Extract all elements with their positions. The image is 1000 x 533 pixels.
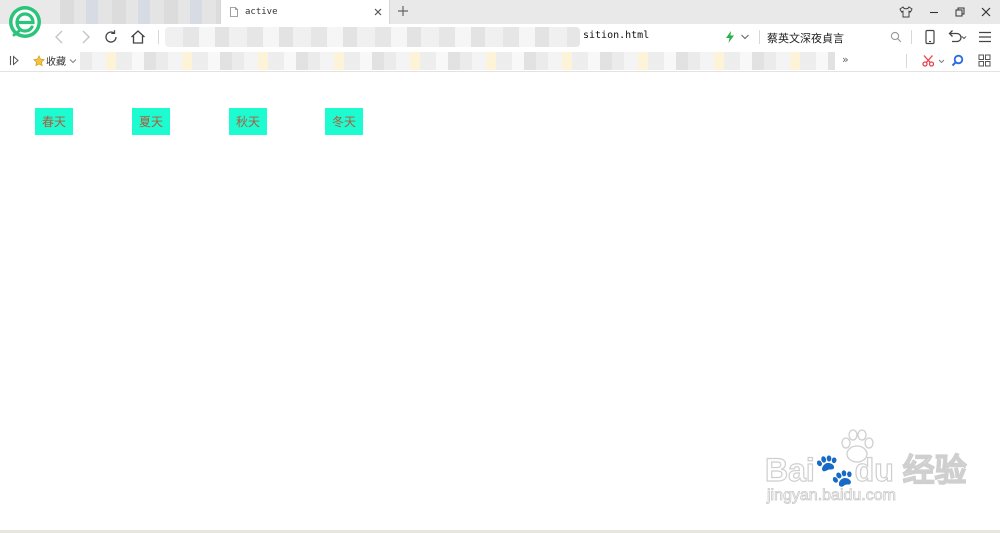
navigation-toolbar: sition.html 蔡英文深夜貞言 bbox=[0, 24, 1000, 50]
search-input[interactable]: 蔡英文深夜貞言 bbox=[767, 28, 907, 46]
baidu-jingyan-watermark: Bai🐾du 经验 jingyan.baidu.com bbox=[764, 427, 995, 517]
browser-logo-icon[interactable] bbox=[8, 5, 42, 39]
menu-icon[interactable] bbox=[976, 28, 994, 46]
favorites-label: 收藏 bbox=[46, 57, 66, 68]
chevron-down-icon[interactable] bbox=[938, 54, 945, 67]
tab-active[interactable]: active bbox=[220, 0, 390, 24]
sidebar-toggle-icon[interactable] bbox=[9, 55, 20, 66]
bookmarks-bar: 收藏 » bbox=[0, 50, 1000, 72]
mobile-icon[interactable] bbox=[921, 28, 939, 46]
reload-icon[interactable] bbox=[102, 28, 120, 46]
season-box-spring[interactable]: 春天 bbox=[35, 108, 73, 135]
browser-window: active sition.html 蔡英文深夜貞言 收藏 » 春天 夏天 秋天… bbox=[0, 0, 1000, 533]
address-url[interactable]: sition.html bbox=[583, 30, 649, 41]
minimize-icon[interactable] bbox=[927, 5, 941, 19]
season-box-autumn[interactable]: 秋天 bbox=[229, 108, 267, 135]
home-icon[interactable] bbox=[129, 28, 147, 46]
undo-icon[interactable] bbox=[946, 28, 968, 46]
close-icon[interactable] bbox=[372, 6, 384, 18]
search-icon[interactable] bbox=[890, 31, 902, 43]
bolt-icon[interactable] bbox=[725, 31, 735, 43]
search-query[interactable]: 蔡英文深夜貞言 bbox=[767, 30, 844, 46]
star-icon bbox=[33, 54, 45, 66]
page-icon bbox=[230, 7, 238, 17]
bookmarks-more-button[interactable]: » bbox=[842, 53, 849, 66]
watermark-url: jingyan.baidu.com bbox=[767, 487, 897, 505]
toolbar-separator bbox=[911, 30, 912, 44]
forward-icon[interactable] bbox=[76, 28, 94, 46]
season-box-summer[interactable]: 夏天 bbox=[132, 108, 170, 135]
bookmarks-separator bbox=[906, 54, 907, 68]
toolbar-separator bbox=[158, 30, 159, 44]
season-box-winter[interactable]: 冬天 bbox=[325, 108, 363, 135]
magnifier-icon[interactable] bbox=[951, 54, 964, 67]
tab-title: active bbox=[245, 7, 278, 17]
close-window-icon[interactable] bbox=[979, 5, 993, 19]
tab-strip: active bbox=[0, 0, 1000, 24]
scissors-icon[interactable] bbox=[922, 54, 935, 67]
chevron-down-icon[interactable] bbox=[740, 32, 750, 42]
address-blurred bbox=[165, 27, 580, 47]
chevron-down-icon bbox=[69, 58, 77, 63]
favorites-button[interactable]: 收藏 bbox=[33, 53, 77, 68]
address-bar[interactable]: sition.html bbox=[165, 26, 755, 48]
back-icon[interactable] bbox=[51, 28, 69, 46]
tshirt-icon[interactable] bbox=[899, 5, 913, 19]
bookmarks-blurred bbox=[80, 52, 835, 70]
toolbar-separator bbox=[759, 30, 760, 44]
watermark-brand: Bai🐾du 经验 bbox=[764, 451, 967, 488]
restore-icon[interactable] bbox=[953, 5, 967, 19]
blurred-tabs bbox=[60, 0, 220, 24]
plus-icon[interactable] bbox=[396, 4, 410, 18]
apps-grid-icon[interactable] bbox=[978, 54, 991, 67]
